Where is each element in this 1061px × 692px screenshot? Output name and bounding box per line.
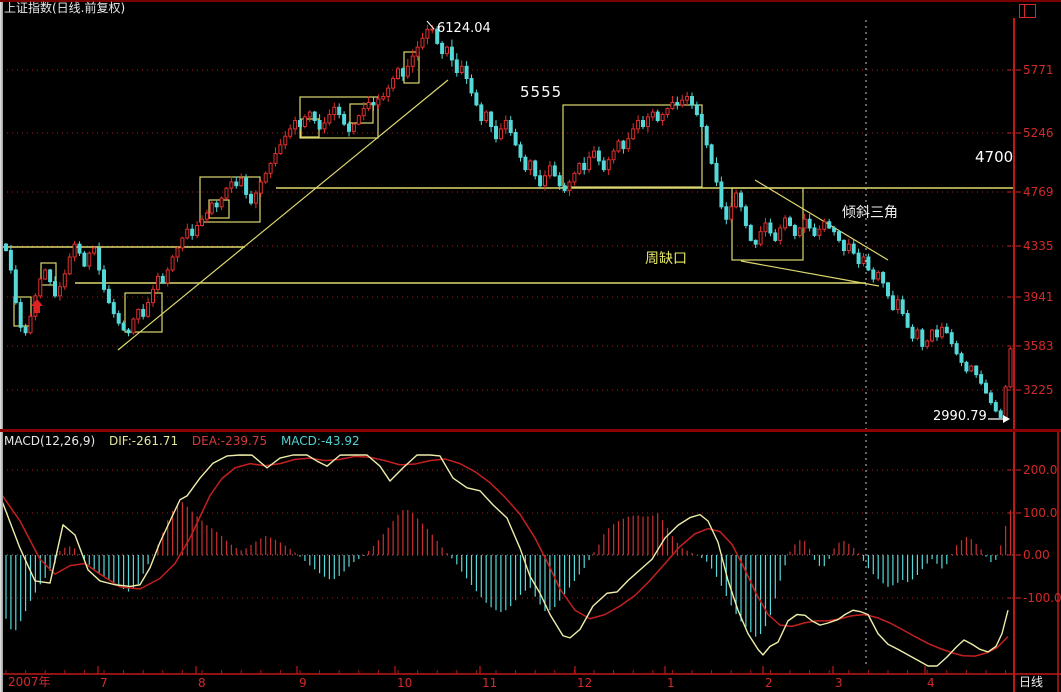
- period-daily-label[interactable]: 日线: [1019, 676, 1043, 689]
- macd-axis-label: 100.0: [1023, 506, 1057, 520]
- price-axis-label: 3225: [1023, 383, 1054, 397]
- pane-separator: [0, 429, 1061, 432]
- x-axis-month-label: 9: [299, 676, 307, 690]
- price-axis-label: 5246: [1023, 126, 1054, 140]
- window-top-border: [0, 0, 1061, 2]
- macd-header: MACD(12,26,9) DIF:-261.71 DEA:-239.75 MA…: [4, 435, 370, 448]
- x-axis-month-label: 4: [927, 676, 935, 690]
- x-axis-month-label: 1: [667, 676, 675, 690]
- x-axis-month-label: 12: [577, 676, 592, 690]
- price-axis-label: 5771: [1023, 63, 1054, 77]
- x-axis-month-label: 3: [835, 676, 843, 690]
- window-left-edge: [0, 0, 3, 692]
- macd-dea-value: DEA:-239.75: [192, 434, 267, 448]
- x-axis-month-label: 10: [397, 676, 412, 690]
- x-axis-month-label: 7: [100, 676, 108, 690]
- trough-price-label: 2990.79: [933, 410, 987, 424]
- peak-price-label: 6124.04: [437, 22, 491, 36]
- x-axis-month-label: 2: [765, 676, 773, 690]
- x-axis-month-label: 11: [482, 676, 497, 690]
- level-4700-label: 4700: [975, 149, 1013, 166]
- macd-bar-value: MACD:-43.92: [281, 434, 360, 448]
- level-5555-label: 5555: [520, 84, 562, 101]
- price-axis-label: 3583: [1023, 339, 1054, 353]
- price-axis-label: 4335: [1023, 239, 1054, 253]
- price-axis-label: 3941: [1023, 290, 1054, 304]
- macd-dif-value: DIF:-261.71: [109, 434, 178, 448]
- weekly-gap-label: 周缺口: [645, 252, 687, 267]
- x-axis-month-label: 8: [198, 676, 206, 690]
- candlestick-macd-chart[interactable]: [0, 0, 1061, 692]
- price-axis-label: 4769: [1023, 185, 1054, 199]
- macd-indicator-name: MACD(12,26,9): [4, 434, 95, 448]
- macd-axis-label: 200.0: [1023, 463, 1057, 477]
- x-axis-year-label: 2007年: [8, 676, 51, 689]
- restore-window-icon[interactable]: [1019, 4, 1036, 18]
- inclined-triangle-label: 倾斜三角: [842, 206, 898, 221]
- chart-title: 上证指数(日线.前复权): [4, 2, 125, 15]
- macd-axis-label: 0.00: [1023, 548, 1050, 562]
- stock-app-window: 上证指数(日线.前复权) 6124.04 5555 4700 周缺口 倾斜三角 …: [0, 0, 1061, 692]
- macd-axis-label: -100.0: [1023, 591, 1061, 605]
